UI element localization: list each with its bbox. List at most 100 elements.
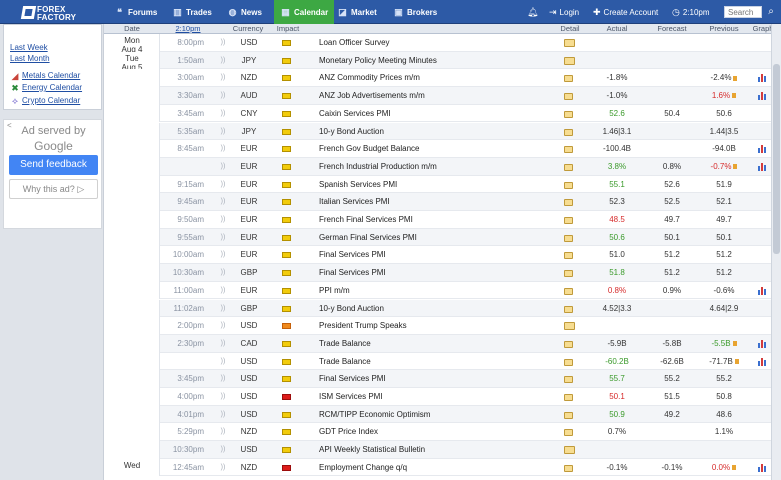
event-title[interactable]: Trade Balance (319, 353, 559, 371)
table-row[interactable]: )) EUR French Industrial Production m/m 3.8… (104, 157, 781, 176)
detail-folder-icon[interactable] (564, 75, 573, 83)
nav-tab-market[interactable]: ◪ Market (337, 0, 377, 24)
event-title[interactable]: ANZ Commodity Prices m/m (319, 69, 559, 87)
detail-folder-icon[interactable] (564, 181, 573, 189)
event-title[interactable]: 10-y Bond Auction (319, 300, 559, 318)
table-row[interactable]: 11:00am)) EUR PPI m/m 0.8% 0.9% -0.6% (104, 281, 781, 300)
event-title[interactable]: Final Services PMI (319, 246, 559, 264)
detail-folder-icon[interactable] (564, 322, 575, 331)
event-title[interactable]: ANZ Job Advertisements m/m (319, 87, 559, 105)
event-title[interactable]: French Gov Budget Balance (319, 140, 559, 158)
detail-folder-icon[interactable] (564, 464, 573, 472)
sound-alert-icon[interactable]: )) (219, 229, 227, 247)
metals-calendar-link[interactable]: Metals Calendar (22, 71, 80, 80)
bar-chart-icon[interactable] (758, 339, 768, 348)
detail-folder-icon[interactable] (564, 252, 573, 260)
sound-alert-icon[interactable]: )) (219, 69, 227, 87)
event-title[interactable]: Caixin Services PMI (319, 105, 559, 123)
column-time-link[interactable]: 2:10pm (166, 24, 210, 34)
event-title[interactable]: Final Services PMI (319, 370, 559, 388)
detail-cell[interactable] (564, 123, 576, 141)
detail-folder-icon[interactable] (564, 305, 573, 313)
detail-cell[interactable] (564, 246, 576, 264)
detail-folder-icon[interactable] (564, 340, 573, 348)
detail-cell[interactable] (564, 459, 576, 477)
detail-folder-icon[interactable] (564, 163, 573, 171)
table-row[interactable]: Tue Aug 5 1:50am)) JPY Monetary Policy Meeti… (104, 51, 781, 72)
event-title[interactable]: Italian Services PMI (319, 193, 559, 211)
nav-tab-news[interactable]: ◍ News (227, 0, 262, 24)
graph-cell[interactable] (756, 69, 772, 87)
detail-cell[interactable] (564, 140, 576, 158)
sound-alert-icon[interactable]: )) (219, 140, 227, 158)
sound-alert-icon[interactable]: )) (219, 441, 227, 459)
vertical-scrollbar[interactable] (771, 24, 781, 480)
table-row[interactable]: 5:35am)) JPY 10-y Bond Auction 1.46|3.1 1.44… (104, 122, 781, 141)
detail-folder-icon[interactable] (564, 110, 573, 118)
sound-alert-icon[interactable]: )) (219, 335, 227, 353)
event-title[interactable]: President Trump Speaks (319, 317, 559, 335)
energy-calendar-link[interactable]: Energy Calendar (22, 83, 82, 92)
event-title[interactable]: RCM/TIPP Economic Optimism (319, 406, 559, 424)
detail-folder-icon[interactable] (564, 270, 573, 278)
search-input[interactable] (724, 6, 762, 18)
table-row[interactable]: Mon Aug 4 8:00pm)) USD Loan Officer Survey (104, 34, 781, 54)
event-title[interactable]: French Industrial Production m/m (319, 158, 559, 176)
bar-chart-icon[interactable] (758, 286, 768, 295)
crypto-calendar-link[interactable]: Crypto Calendar (22, 96, 80, 105)
bar-chart-icon[interactable] (758, 463, 768, 472)
graph-cell[interactable] (756, 459, 772, 477)
sound-alert-icon[interactable]: )) (219, 158, 227, 176)
event-title[interactable]: Trade Balance (319, 335, 559, 353)
event-title[interactable]: API Weekly Statistical Bulletin (319, 441, 559, 459)
table-row[interactable]: 11:02am)) GBP 10-y Bond Auction 4.52|3.3 4.6… (104, 299, 781, 318)
table-row[interactable]: 9:55am)) EUR German Final Services PMI 50.6… (104, 228, 781, 247)
graph-cell[interactable] (756, 140, 772, 158)
event-title[interactable]: Loan Officer Survey (319, 34, 559, 52)
detail-folder-icon[interactable] (564, 234, 573, 242)
bar-chart-icon[interactable] (758, 145, 768, 154)
graph-cell[interactable] (756, 158, 772, 176)
table-row[interactable]: 2:30pm)) CAD Trade Balance -5.9B -5.8B -5.5B (104, 334, 781, 353)
sound-alert-icon[interactable]: )) (219, 459, 227, 477)
search-icon[interactable]: ⌕ (764, 5, 778, 19)
detail-folder-icon[interactable] (564, 446, 575, 455)
sound-alert-icon[interactable]: )) (219, 264, 227, 282)
sound-alert-icon[interactable]: )) (219, 282, 227, 300)
sound-alert-icon[interactable]: )) (219, 52, 227, 70)
table-row[interactable]: 4:00pm)) USD ISM Services PMI 50.1 51.5 50.8 (104, 388, 781, 406)
detail-cell[interactable] (564, 317, 576, 335)
detail-folder-icon[interactable] (564, 376, 573, 384)
detail-cell[interactable] (564, 370, 576, 388)
detail-cell[interactable] (564, 282, 576, 300)
table-row[interactable]: 8:45am)) EUR French Gov Budget Balance -100… (104, 140, 781, 158)
scrollbar-thumb[interactable] (773, 64, 780, 254)
sound-alert-icon[interactable]: )) (219, 87, 227, 105)
detail-folder-icon[interactable] (564, 358, 573, 366)
event-title[interactable]: GDT Price Index (319, 423, 559, 441)
detail-folder-icon[interactable] (564, 394, 573, 401)
clock-button[interactable]: ◷ 2:10pm (672, 0, 710, 24)
detail-cell[interactable] (564, 176, 576, 194)
bar-chart-icon[interactable] (758, 74, 768, 83)
table-row[interactable]: Wed 12:45am)) NZD Employment Change q/q -0.1… (104, 458, 781, 477)
login-link[interactable]: ⇥ Login (549, 0, 579, 24)
nav-tab-brokers[interactable]: ▣ Brokers (393, 0, 437, 24)
table-row[interactable]: 10:30pm)) USD API Weekly Statistical Bulle… (104, 441, 781, 459)
sound-alert-icon[interactable]: )) (219, 388, 227, 406)
table-row[interactable]: 4:01pm)) USD RCM/TIPP Economic Optimism 50.… (104, 405, 781, 424)
sound-alert-icon[interactable]: )) (219, 246, 227, 264)
send-feedback-button[interactable]: Send feedback (9, 155, 98, 175)
event-title[interactable]: Employment Change q/q (319, 459, 559, 477)
detail-folder-icon[interactable] (564, 146, 573, 154)
bar-chart-icon[interactable] (758, 162, 768, 171)
table-row[interactable]: 3:45pm)) USD Final Services PMI 55.7 55.2 55.… (104, 370, 781, 388)
detail-cell[interactable] (564, 69, 576, 87)
event-title[interactable]: Spanish Services PMI (319, 176, 559, 194)
detail-cell[interactable] (564, 52, 576, 70)
why-this-ad-button[interactable]: Why this ad? ▷ (9, 179, 98, 199)
table-row[interactable]: 3:45am)) CNY Caixin Services PMI 52.6 50.4 50… (104, 104, 781, 123)
event-title[interactable]: 10-y Bond Auction (319, 123, 559, 141)
detail-cell[interactable] (564, 300, 576, 318)
notifications-button[interactable]: 🔔︎ (527, 0, 541, 24)
